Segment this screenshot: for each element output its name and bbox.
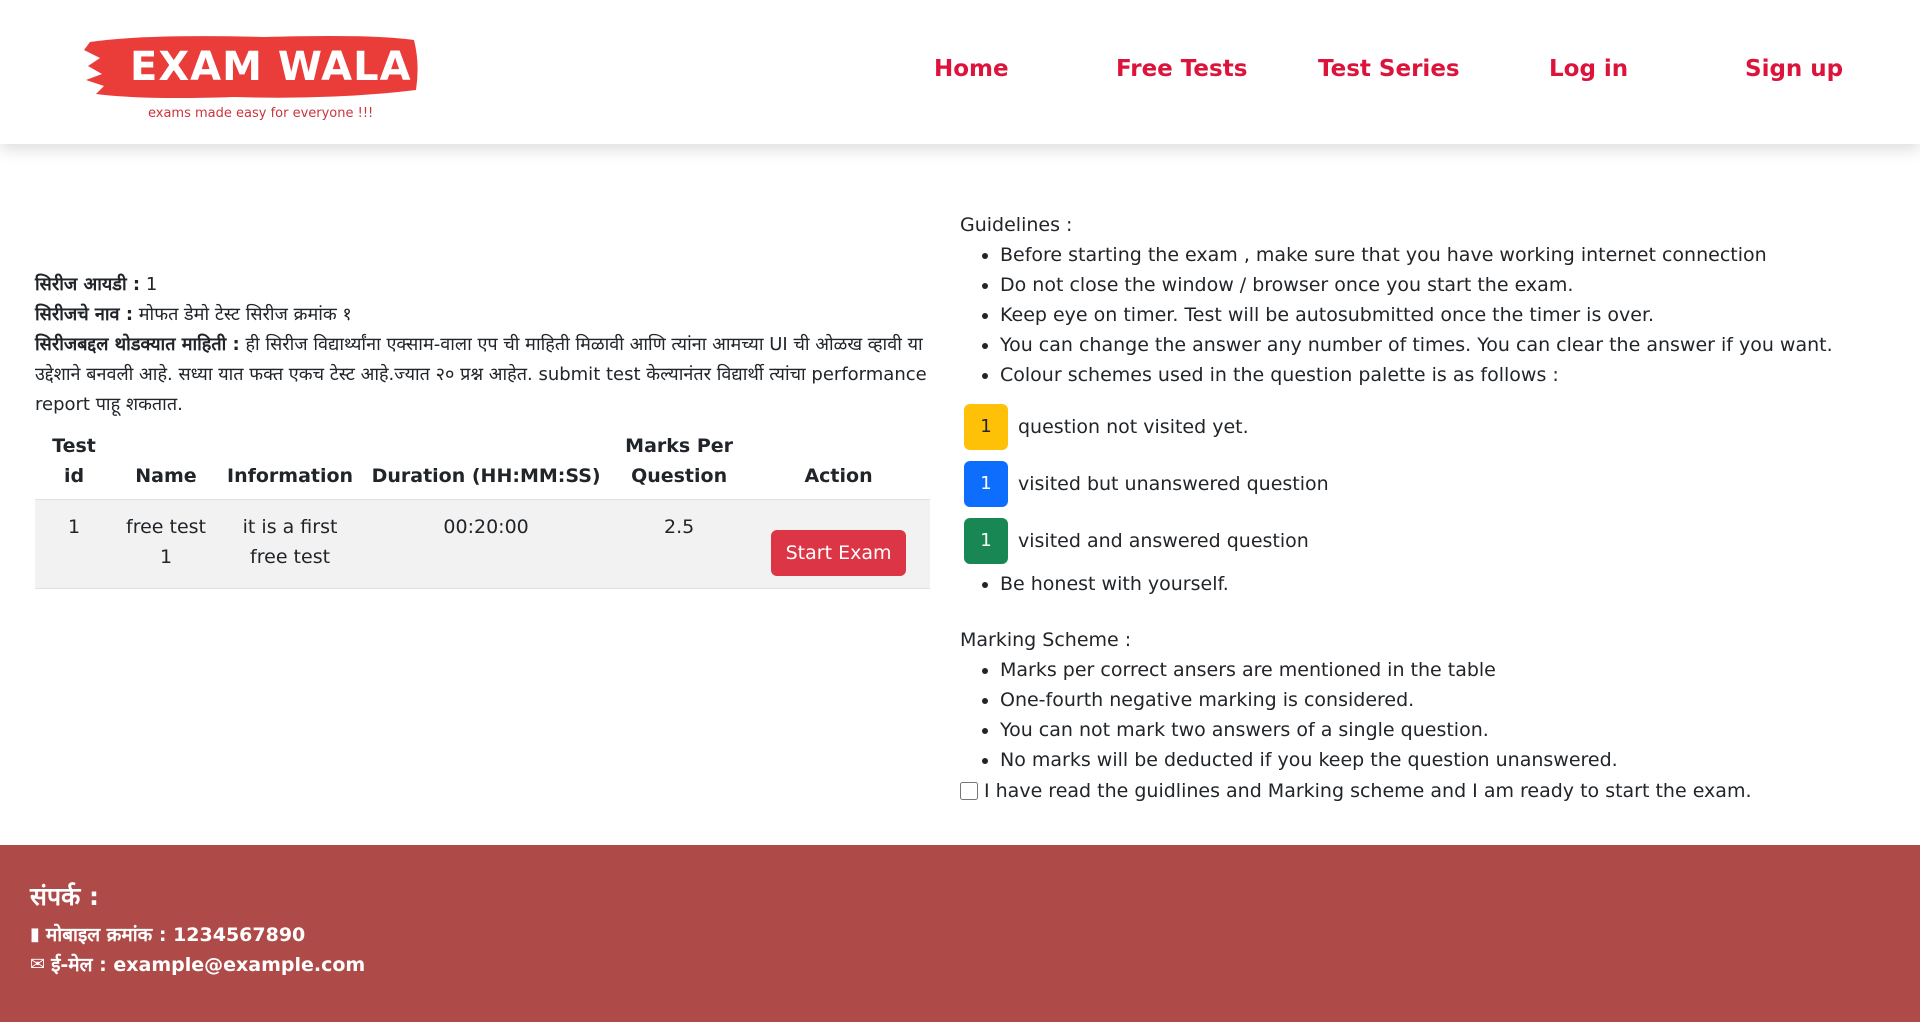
series-name-line: सिरीजचे नाव : मोफत डेमो टेस्ट सिरीज क्रम… <box>35 300 930 330</box>
table-row: 1 free test 1 it is a first free test 00… <box>35 499 930 589</box>
cell-duration: 00:20:00 <box>361 499 612 589</box>
site-header: EXAM WALA exams made easy for everyone !… <box>0 0 1920 144</box>
col-information: Information <box>219 427 362 500</box>
col-marks: Marks Per Question <box>611 427 748 500</box>
col-name: Name <box>113 427 219 500</box>
nav-free-tests[interactable]: Free Tests <box>1116 56 1247 82</box>
marking-heading: Marking Scheme : <box>960 629 1132 651</box>
marking-item: You can not mark two answers of a single… <box>1000 715 1900 745</box>
guidelines-panel: Guidelines : Before starting the exam , … <box>960 210 1900 775</box>
cell-marks: 2.5 <box>611 499 748 589</box>
palette-box-unanswered: 1 <box>964 460 1008 507</box>
guideline-item: Colour schemes used in the question pale… <box>1000 360 1900 390</box>
nav-signup[interactable]: Sign up <box>1745 56 1843 82</box>
series-about-line: सिरीजबद्दल थोडक्यात माहिती : ही सिरीज वि… <box>35 330 930 420</box>
marking-item: One-fourth negative marking is considere… <box>1000 685 1900 715</box>
guideline-item: You can change the answer any number of … <box>1000 330 1900 360</box>
table-header-row: Test id Name Information Duration (HH:MM… <box>35 427 930 500</box>
series-name-value: मोफत डेमो टेस्ट सिरीज क्रमांक १ <box>138 304 352 325</box>
series-about-label: सिरीजबद्दल थोडक्यात माहिती : <box>35 334 240 355</box>
palette-box-not-visited: 1 <box>964 403 1008 450</box>
col-action: Action <box>747 427 930 500</box>
guidelines-list: Before starting the exam , make sure tha… <box>960 240 1900 599</box>
email-icon: ✉ <box>30 953 46 975</box>
contact-email[interactable]: ई-मेल : example@example.com <box>51 951 365 977</box>
cell-action: Start Exam <box>747 499 930 589</box>
series-id-label: सिरीज आयडी : <box>35 274 141 295</box>
palette-text: visited but unanswered question <box>1018 472 1329 495</box>
palette-text: question not visited yet. <box>1018 415 1249 438</box>
contact-email-line: ✉ ई-मेल : example@example.com <box>30 951 365 977</box>
col-test-id: Test id <box>35 427 113 500</box>
series-id-value: 1 <box>145 274 158 295</box>
palette-legend: 1 question not visited yet. 1 visited bu… <box>964 398 1900 569</box>
contact-title: संपर्क : <box>30 882 100 911</box>
nav-home[interactable]: Home <box>934 56 1009 82</box>
tests-table: Test id Name Information Duration (HH:MM… <box>35 427 930 589</box>
palette-row-unanswered: 1 visited but unanswered question <box>964 455 1900 512</box>
series-name-label: सिरीजचे नाव : <box>35 304 134 325</box>
guideline-item: Be honest with yourself. <box>1000 569 1900 599</box>
col-duration: Duration (HH:MM:SS) <box>361 427 612 500</box>
marking-list: Marks per correct ansers are mentioned i… <box>960 655 1900 775</box>
start-exam-button[interactable]: Start Exam <box>770 530 907 576</box>
contact-phone-line: ▮ मोबाइल क्रमांक : 1234567890 <box>30 921 305 947</box>
palette-row-answered: 1 visited and answered question <box>964 512 1900 569</box>
agree-row[interactable]: I have read the guidlines and Marking sc… <box>960 780 1752 802</box>
series-id-line: सिरीज आयडी : 1 <box>35 270 930 300</box>
cell-name: free test 1 <box>113 499 219 589</box>
brand-tagline: exams made easy for everyone !!! <box>148 106 374 121</box>
series-info: सिरीज आयडी : 1 सिरीजचे नाव : मोफत डेमो ट… <box>35 270 930 420</box>
guideline-item: Keep eye on timer. Test will be autosubm… <box>1000 300 1900 330</box>
agree-text: I have read the guidlines and Marking sc… <box>984 780 1752 802</box>
phone-icon: ▮ <box>30 923 40 945</box>
marking-item: No marks will be deducted if you keep th… <box>1000 745 1900 775</box>
cell-info: it is a first free test <box>219 499 362 589</box>
palette-row-not-visited: 1 question not visited yet. <box>964 398 1900 455</box>
cell-test-id: 1 <box>35 499 113 589</box>
contact-phone: मोबाइल क्रमांक : 1234567890 <box>45 924 306 946</box>
guidelines-heading: Guidelines : <box>960 214 1073 236</box>
marking-item: Marks per correct ansers are mentioned i… <box>1000 655 1900 685</box>
main-nav: Home Free Tests Test Series Log in Sign … <box>0 56 1920 90</box>
guideline-item: Before starting the exam , make sure tha… <box>1000 240 1900 270</box>
guideline-item: Do not close the window / browser once y… <box>1000 270 1900 300</box>
nav-test-series[interactable]: Test Series <box>1318 56 1460 82</box>
palette-box-answered: 1 <box>964 517 1008 564</box>
site-footer: संपर्क : ▮ मोबाइल क्रमांक : 1234567890 ✉… <box>0 845 1920 1022</box>
agree-checkbox[interactable] <box>960 782 978 800</box>
nav-login[interactable]: Log in <box>1549 56 1628 82</box>
palette-text: visited and answered question <box>1018 529 1309 552</box>
